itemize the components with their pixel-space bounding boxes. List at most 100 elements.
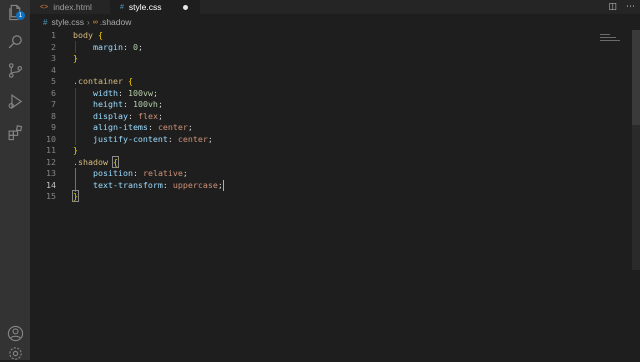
text-cursor (223, 179, 224, 191)
code-text: display: flex; (73, 111, 163, 123)
tab-style-css[interactable]: # style.css (110, 0, 200, 14)
code-line[interactable]: 15} (30, 190, 610, 203)
editor-actions: ◫ ⋯ (608, 0, 635, 14)
line-number: 15 (46, 191, 56, 201)
code-token: } (72, 190, 79, 202)
explorer-badge: 1 (16, 11, 25, 20)
code-text: margin: 0; (73, 42, 143, 54)
code-token: width (73, 87, 118, 98)
code-token: align-items (73, 122, 148, 132)
code-text: .container { (73, 76, 133, 88)
code-text: height: 100vh; (73, 99, 163, 111)
code-token: flex (137, 110, 158, 121)
code-token: uppercase (172, 179, 218, 190)
line-number: 2 (51, 41, 56, 52)
code-line[interactable]: 1 body { (30, 30, 610, 42)
code-token: : (162, 179, 173, 190)
code-text: } (72, 190, 79, 203)
run-debug-icon[interactable] (6, 92, 24, 110)
code-token: margin (73, 41, 123, 52)
code-line[interactable]: 4 (30, 65, 610, 77)
line-number: 5 (51, 76, 56, 86)
code-line[interactable]: 8 display: flex; (30, 111, 610, 123)
css-file-icon: # (43, 17, 48, 27)
code-token: { (111, 155, 119, 168)
code-text: position: relative; (73, 168, 188, 180)
code-line[interactable]: 3} (30, 53, 610, 65)
line-number: 7 (51, 99, 56, 109)
settings-gear-icon[interactable] (6, 344, 24, 362)
code-token: : (132, 168, 143, 178)
unsaved-dot-icon[interactable] (182, 4, 188, 10)
code-text: justify-content: center; (73, 134, 213, 146)
line-number: 4 (51, 64, 56, 75)
code-token: : (127, 110, 138, 121)
code-token: : (167, 133, 178, 144)
code-token: ; (182, 168, 188, 178)
line-number: 12 (46, 156, 56, 167)
code-token: center (177, 133, 208, 144)
tab-bar: <> index.html # style.css ◫ ⋯ (30, 0, 640, 14)
code-text: } (73, 53, 78, 65)
code-token: : (147, 122, 158, 132)
code-token: ; (187, 122, 193, 132)
code-token: ; (152, 87, 158, 98)
scrollbar-thumb[interactable] (632, 30, 640, 125)
breadcrumb-file[interactable]: style.css (51, 17, 84, 27)
line-number: 14 (46, 179, 56, 190)
code-token: position (73, 168, 133, 178)
code-text: width: 100vw; (73, 88, 158, 100)
account-icon[interactable] (6, 324, 24, 342)
line-number: 3 (51, 53, 56, 63)
code-token: } (73, 53, 78, 63)
code-token: 100vh (132, 99, 158, 109)
code-token: ; (157, 99, 163, 109)
code-text: align-items: center; (73, 122, 193, 134)
code-line[interactable]: 12 .shadow { (30, 155, 610, 169)
tab-label: index.html (53, 2, 92, 12)
code-line[interactable]: 2 margin: 0; (30, 42, 610, 54)
code-line[interactable]: 14 text-transform: uppercase; (30, 180, 610, 192)
source-control-icon[interactable] (6, 61, 24, 79)
code-text: .shadow { (73, 155, 119, 169)
line-number: 6 (51, 87, 56, 98)
more-actions-icon[interactable]: ⋯ (626, 2, 635, 12)
code-line[interactable]: 9 align-items: center; (30, 122, 610, 134)
html-file-icon: <> (40, 3, 49, 11)
code-line[interactable]: 6 width: 100vw; (30, 88, 610, 100)
code-line[interactable]: 5 .container { (30, 76, 610, 88)
split-editor-icon[interactable]: ◫ (608, 2, 617, 12)
code-line[interactable]: 7 height: 100vh; (30, 99, 610, 111)
line-number: 11 (46, 145, 56, 155)
code-editor[interactable]: 1 body {2 margin: 0; 3} 4 5 .container {6 wid… (30, 30, 640, 360)
code-token: : (122, 99, 133, 109)
code-token: .container (73, 76, 123, 86)
code-token: ; (207, 133, 213, 144)
code-token: ; (157, 110, 163, 121)
css-file-icon: # (120, 3, 124, 11)
tab-label: style.css (128, 2, 162, 12)
line-number: 9 (51, 122, 56, 132)
code-token: } (73, 145, 78, 155)
breadcrumb-symbol[interactable]: .shadow (100, 17, 132, 27)
code-token: body (73, 30, 93, 40)
code-token: 100vw (127, 87, 153, 98)
search-icon[interactable] (6, 32, 24, 50)
code-token: height (73, 99, 123, 109)
code-line[interactable]: 10 justify-content: center; (30, 134, 610, 146)
code-token: text-transform (73, 179, 163, 190)
line-number: 1 (51, 30, 56, 40)
line-number: 13 (46, 168, 56, 178)
code-token: ; (137, 41, 143, 52)
code-token: display (73, 110, 128, 121)
tab-index-html[interactable]: <> index.html (40, 0, 120, 14)
extensions-icon[interactable] (6, 123, 24, 141)
code-line[interactable]: 13 position: relative; (30, 168, 610, 180)
activity-bar: 1 (0, 0, 30, 360)
symbol-icon: ∞ (92, 18, 98, 26)
code-token: { (127, 76, 133, 86)
code-token: : (117, 87, 128, 98)
breadcrumb: # style.css › ∞ .shadow (30, 14, 640, 30)
minimap[interactable] (600, 34, 622, 48)
code-line[interactable]: 11} (30, 145, 610, 157)
